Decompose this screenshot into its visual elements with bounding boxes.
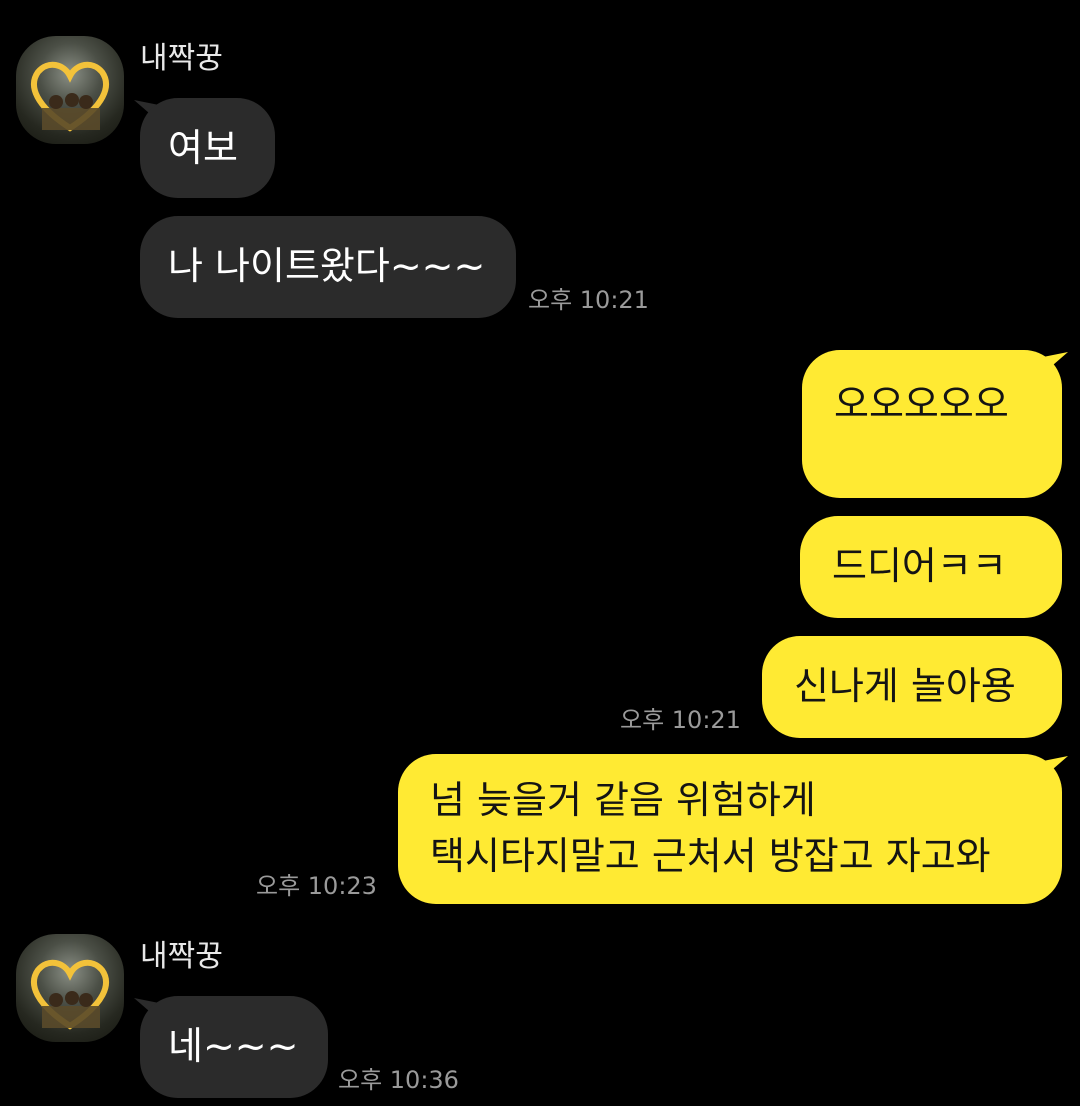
message-text-line: 택시타지말고 근처서 방잡고 자고와	[430, 834, 991, 878]
message-bubble[interactable]: 오오오오오	[802, 350, 1062, 498]
message-bubble[interactable]: 신나게 놀아용	[762, 636, 1062, 738]
message-text: 나 나이트왔다~~~	[168, 244, 486, 288]
message-text: 드디어ㅋㅋ	[832, 544, 1007, 588]
message-text-line: 넘 늦을거 같음 위험하게	[430, 778, 816, 822]
message-time: 오후 10:21	[528, 286, 649, 314]
sender-name: 내짝꿍	[140, 939, 223, 974]
message-time: 오후 10:23	[256, 872, 377, 900]
message-time: 오후 10:21	[620, 706, 741, 734]
sender-name: 내짝꿍	[140, 41, 223, 76]
message-text: 여보	[168, 126, 238, 170]
message-bubble[interactable]: 드디어ㅋㅋ	[800, 516, 1062, 618]
message-bubble[interactable]: 나 나이트왔다~~~	[140, 216, 516, 318]
avatar[interactable]	[16, 934, 124, 1042]
avatar[interactable]	[16, 36, 124, 144]
message-time: 오후 10:36	[338, 1066, 459, 1094]
message-text: 네~~~	[168, 1024, 299, 1068]
message-text: 오오오오오	[834, 382, 1009, 426]
message-bubble[interactable]: 네~~~	[140, 996, 328, 1098]
message-bubble[interactable]: 여보	[140, 98, 275, 198]
message-text: 신나게 놀아용	[794, 664, 1016, 708]
message-bubble[interactable]: 넘 늦을거 같음 위험하게 택시타지말고 근처서 방잡고 자고와	[398, 754, 1062, 904]
